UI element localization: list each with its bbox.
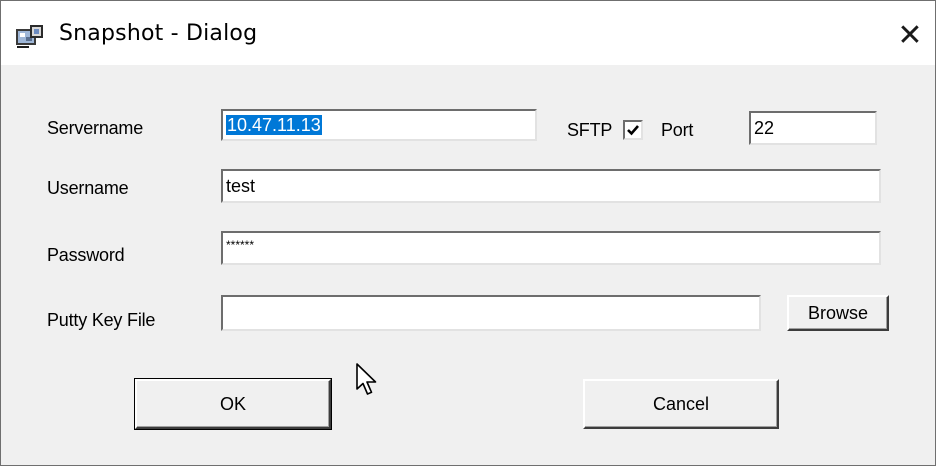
username-field[interactable]: test [221,169,881,203]
password-label: Password [47,245,125,265]
port-value: 22 [754,118,775,138]
window-title: Snapshot - Dialog [59,21,258,46]
servername-label: Servername [47,118,144,138]
sftp-label: SFTP [567,120,613,140]
password-value: ****** [226,238,255,252]
username-value: test [226,176,256,196]
browse-button[interactable]: Browse [787,295,889,331]
cancel-button[interactable]: Cancel [583,379,779,429]
close-icon: ✕ [897,19,923,52]
keyfile-label: Putty Key File [47,310,156,330]
title-bar[interactable]: Snapshot - Dialog ✕ [1,1,935,65]
password-field[interactable]: ****** [221,231,881,265]
close-button[interactable]: ✕ [887,15,933,57]
snapshot-dialog-window: Snapshot - Dialog ✕ Servername 10.47.11.… [0,0,936,466]
servername-field[interactable]: 10.47.11.13 [221,109,537,141]
port-field[interactable]: 22 [749,111,877,145]
mouse-pointer-icon [356,363,378,397]
snapshot-app-icon [15,23,45,49]
dialog-body: Servername 10.47.11.13 SFTP Port 22 User… [1,65,935,465]
keyfile-field[interactable] [221,295,761,331]
servername-value: 10.47.11.13 [226,115,322,135]
checkmark-icon [627,125,639,136]
sftp-checkbox[interactable] [623,120,643,140]
port-label: Port [661,120,694,140]
ok-button[interactable]: OK [134,378,332,430]
username-label: Username [47,178,129,198]
